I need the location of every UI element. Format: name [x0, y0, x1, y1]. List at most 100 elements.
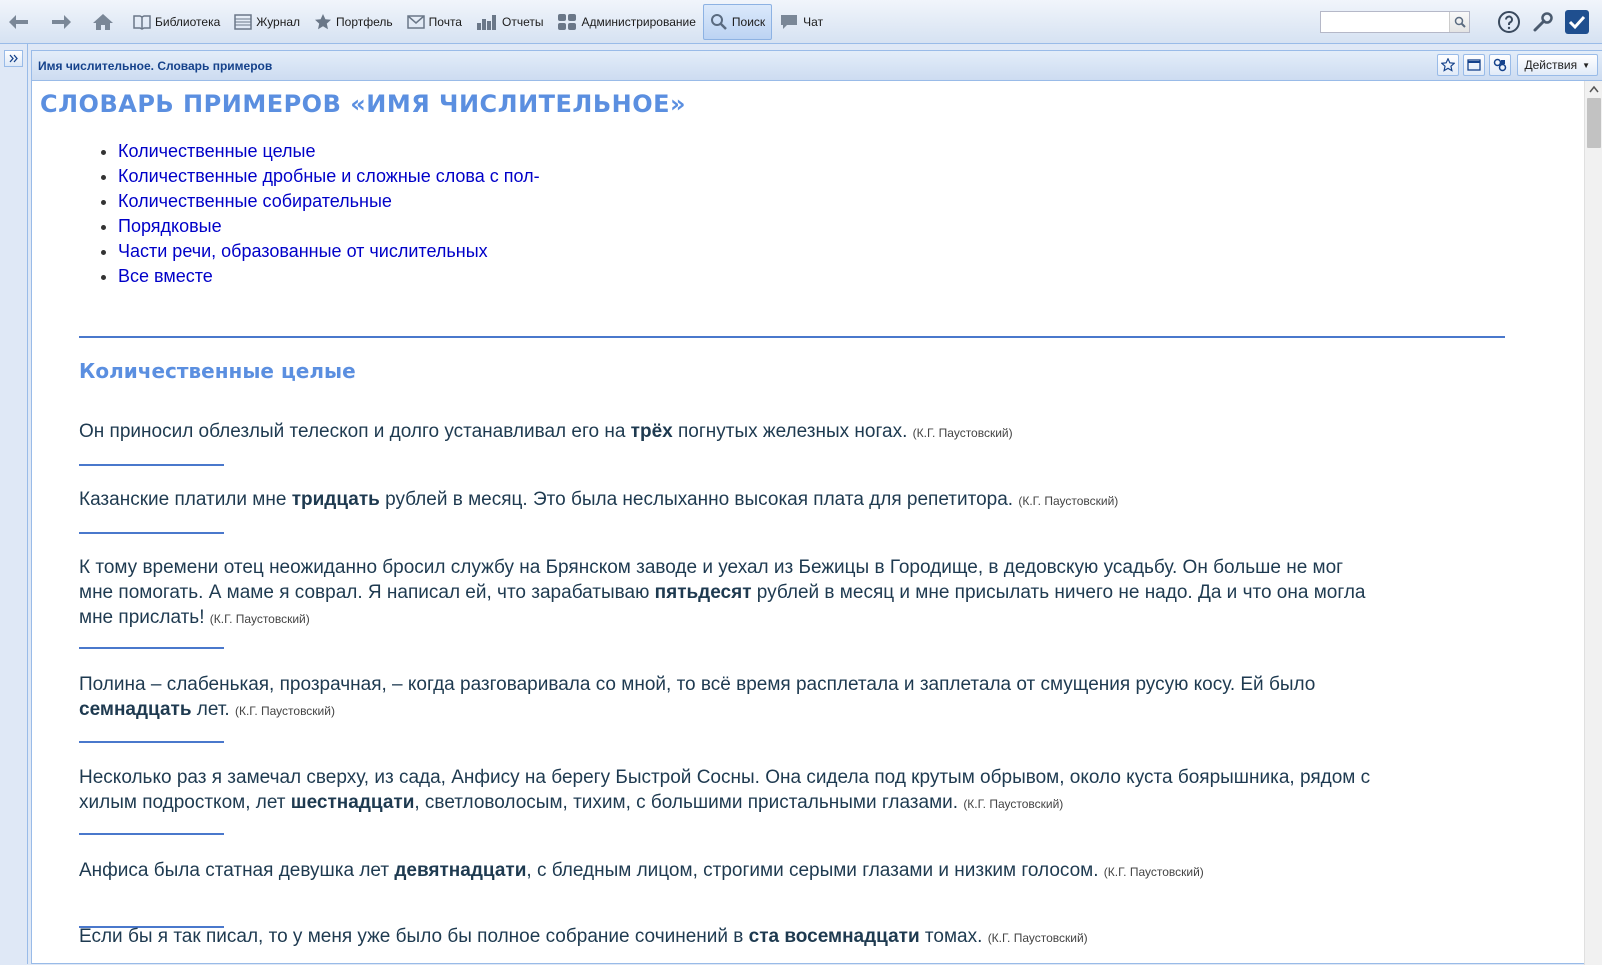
toc-item: Количественные дробные и сложные слова с… — [118, 164, 540, 189]
sentence-text: томах. — [919, 926, 988, 947]
document-panel: Имя числительное. Словарь примеров Дейст… — [31, 50, 1602, 965]
toolbar-mail-label: Почта — [428, 14, 462, 29]
sentence-text: , с бледным лицом, строгими серыми глаза… — [526, 860, 1104, 881]
wrench-icon — [1533, 12, 1553, 32]
arrow-right-icon — [52, 14, 71, 29]
example-separator — [79, 833, 224, 835]
toolbar-chat-label: Чат — [803, 14, 824, 29]
toc-link[interactable]: Части речи, образованные от числительных — [118, 241, 488, 261]
toc-link[interactable]: Порядковые — [118, 216, 222, 236]
main-toolbar: Библиотека Журнал Портфель Почта Отчеты … — [0, 0, 1602, 44]
highlighted-numeral: трёх — [630, 421, 673, 442]
table-of-contents: Количественные целые Количественные дробн… — [102, 139, 540, 289]
highlighted-numeral: тридцать — [291, 489, 380, 510]
global-search-input[interactable] — [1321, 12, 1447, 32]
home-button[interactable] — [84, 4, 126, 40]
maximize-button[interactable] — [1462, 54, 1485, 76]
add-favorite-button[interactable] — [1436, 54, 1459, 76]
example-separator — [79, 532, 224, 534]
example-source: (К.Г. Паустовский) — [209, 612, 310, 626]
example-sentence: Он приносил облезлый телескоп и долго ус… — [79, 419, 1509, 446]
toolbar-library-label: Библиотека — [155, 14, 221, 29]
actions-dropdown[interactable]: Действия ▼ — [1516, 54, 1598, 76]
left-collapsed-panel — [0, 44, 28, 964]
toc-link[interactable]: Количественные дробные и сложные слова с… — [118, 166, 540, 186]
toolbar-reports-label: Отчеты — [501, 14, 544, 29]
example-separator — [79, 647, 224, 649]
toolbar-journal-button[interactable]: Журнал — [227, 4, 307, 40]
sentence-text: мне помогать. А маме я соврал. Я написал… — [79, 582, 655, 603]
toolbar-chat-button[interactable]: Чат — [772, 4, 830, 40]
help-icon — [1498, 11, 1520, 33]
settings-button[interactable] — [1526, 5, 1560, 39]
link-button[interactable] — [1488, 54, 1511, 76]
toc-item: Количественные целые — [118, 139, 540, 164]
window-icon — [1466, 59, 1481, 71]
vertical-scrollbar[interactable] — [1584, 81, 1602, 965]
example-sentence: Если бы я так писал, то у меня уже было … — [79, 924, 1509, 951]
global-search-button[interactable] — [1449, 12, 1469, 32]
toolbar-reports-button[interactable]: Отчеты — [469, 4, 550, 40]
sentence-text: Он приносил облезлый телескоп и долго ус… — [79, 421, 631, 442]
arrow-left-icon — [9, 14, 28, 29]
example-sentence: Несколько раз я замечал сверху, из сада,… — [79, 765, 1509, 817]
toolbar-mail-button[interactable]: Почта — [400, 4, 469, 40]
global-search — [1320, 11, 1470, 33]
sentence-text: погнутых железных ногах. — [672, 421, 913, 442]
toolbar-library-button[interactable]: Библиотека — [126, 4, 227, 40]
example-source: (К.Г. Паустовский) — [912, 426, 1013, 440]
sentence-text: Полина – слабенькая, прозрачная, – когда… — [79, 674, 1316, 695]
sentence-text: лет. — [191, 699, 235, 720]
sentence-text: хилым подростком, лет — [79, 792, 291, 813]
example-source: (К.Г. Паустовский) — [234, 704, 335, 718]
toc-link[interactable]: Все вместе — [118, 266, 213, 286]
example-source: (К.Г. Паустовский) — [987, 931, 1088, 945]
panel-tools: Действия ▼ — [1433, 54, 1598, 76]
toolbar-search-button[interactable]: Поиск — [702, 3, 773, 40]
toc-link[interactable]: Количественные собирательные — [118, 191, 392, 211]
toolbar-portfolio-button[interactable]: Портфель — [307, 4, 400, 40]
example-source: (К.Г. Паустовский) — [1103, 865, 1204, 879]
double-chevron-right-icon — [9, 54, 18, 63]
example-sentence: Анфиса была статная девушка лет девятнад… — [79, 858, 1509, 885]
panel-title: Имя числительное. Словарь примеров — [38, 59, 273, 73]
panel-header: Имя числительное. Словарь примеров Дейст… — [32, 51, 1602, 81]
search-icon — [710, 13, 727, 30]
highlighted-numeral: девятнадцати — [394, 860, 527, 881]
toolbar-right — [1320, 0, 1594, 44]
admin-icon — [558, 13, 577, 30]
magnifier-icon — [1454, 16, 1466, 28]
toolbar-admin-label: Администрирование — [581, 14, 696, 29]
scrollbar-thumb[interactable] — [1587, 98, 1601, 148]
toolbar-admin-button[interactable]: Администрирование — [550, 4, 702, 40]
toolbar-portfolio-label: Портфель — [336, 14, 393, 29]
page-title: СЛОВАРЬ ПРИМЕРОВ «ИМЯ ЧИСЛИТЕЛЬНОЕ» — [40, 90, 687, 118]
sentence-text: Анфиса была статная девушка лет — [79, 860, 395, 881]
mail-icon — [406, 14, 425, 29]
chart-icon — [476, 14, 496, 30]
example-source: (К.Г. Паустовский) — [963, 797, 1064, 811]
caret-down-icon: ▼ — [1582, 60, 1590, 70]
forward-button[interactable] — [42, 4, 84, 40]
sentence-text: рублей в месяц и мне присылать ничего не… — [751, 582, 1366, 603]
sentence-text: Казанские платили мне — [79, 489, 292, 510]
help-button[interactable] — [1492, 5, 1526, 39]
back-button[interactable] — [0, 4, 42, 40]
example-source: (К.Г. Паустовский) — [1018, 494, 1119, 508]
sentence-text: Несколько раз я замечал сверху, из сада,… — [79, 767, 1371, 788]
example-sentence: Казанские платили мне тридцать рублей в … — [79, 487, 1509, 514]
toc-divider — [79, 336, 1505, 338]
book-icon — [133, 14, 151, 30]
toc-link[interactable]: Количественные целые — [118, 141, 315, 161]
document-content: СЛОВАРЬ ПРИМЕРОВ «ИМЯ ЧИСЛИТЕЛЬНОЕ» Коли… — [32, 81, 1584, 965]
sentence-text: Если бы я так писал, то у меня уже было … — [79, 926, 749, 947]
toc-item: Части речи, образованные от числительных — [118, 239, 540, 264]
star-icon — [315, 13, 332, 29]
confirm-button[interactable] — [1560, 5, 1594, 39]
expand-panel-button[interactable] — [4, 50, 23, 67]
example-sentence: К тому времени отец неожиданно бросил сл… — [79, 555, 1509, 632]
star-outline-icon — [1440, 58, 1455, 72]
scroll-up-icon[interactable] — [1589, 85, 1599, 93]
sentence-text: мне прислать! — [79, 607, 210, 628]
chat-icon — [781, 14, 798, 29]
